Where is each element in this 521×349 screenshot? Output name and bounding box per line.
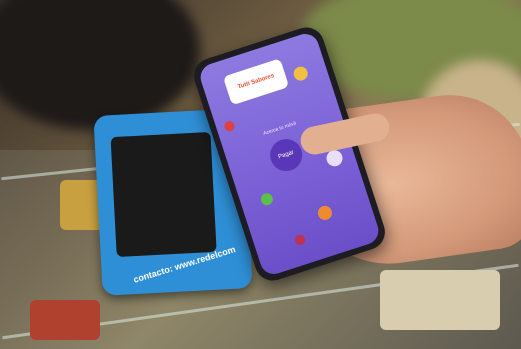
fruit-decoration: [316, 204, 334, 222]
photo-scene: contacto: www.redelcom Tutti Sabores Ace…: [0, 0, 521, 349]
fruit-decoration: [293, 233, 307, 247]
fruit-decoration: [259, 191, 275, 207]
fruit-decoration: [223, 119, 236, 133]
pastry: [30, 300, 100, 340]
pastry: [380, 270, 500, 330]
app-logo: Tutti Sabores: [222, 58, 290, 106]
background-blur: [0, 0, 200, 130]
fruit-decoration: [291, 64, 310, 83]
terminal-screen: [110, 131, 217, 258]
